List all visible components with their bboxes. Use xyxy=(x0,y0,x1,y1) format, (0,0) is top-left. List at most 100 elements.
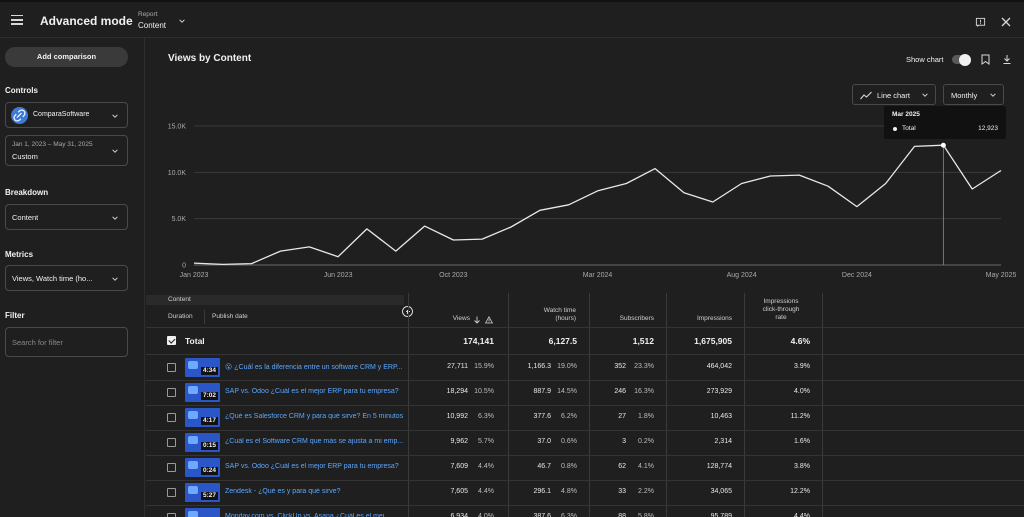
channel-selector[interactable]: ComparaSoftware xyxy=(5,102,128,128)
ctr-value: 12.2% xyxy=(790,488,810,495)
video-thumbnail[interactable]: 4:34 xyxy=(185,358,220,377)
video-duration: 0:15 xyxy=(200,442,218,450)
video-thumbnail[interactable]: 7:02 xyxy=(185,383,220,402)
ctr-header[interactable]: Impressions click-through rate xyxy=(751,298,811,322)
video-thumbnail[interactable]: 0:15 xyxy=(185,433,220,452)
date-range-selector[interactable]: Jan 1, 2023 – May 31, 2025 Custom xyxy=(5,135,128,166)
video-title-link[interactable]: ¿Qué es Salesforce CRM y para qué sirve?… xyxy=(225,413,407,420)
breakdown-title: Breakdown xyxy=(5,188,49,197)
views-value: 27,711 xyxy=(447,363,468,370)
show-chart-label: Show chart xyxy=(906,55,944,64)
row-checkbox[interactable] xyxy=(167,513,176,517)
video-title-link[interactable]: 😮 ¿Cuál es la diferencia entre un softwa… xyxy=(225,363,407,371)
ctr-label-2: click-through xyxy=(762,306,800,313)
thumbnail-graphic xyxy=(188,361,198,369)
duration-header[interactable]: Duration xyxy=(168,313,193,320)
x-tick-label: Jun 2023 xyxy=(324,272,353,279)
chart-type-dropdown[interactable]: Line chart xyxy=(852,84,936,105)
video-title-link[interactable]: ¿Cuál es el Software CRM que más se ajus… xyxy=(225,438,407,445)
views-value: 10,992 xyxy=(446,413,468,420)
total-subscribers: 1,512 xyxy=(632,336,654,346)
row-checkbox[interactable] xyxy=(167,363,176,372)
content-column-header[interactable]: Content xyxy=(146,295,404,305)
interval-dropdown[interactable]: Monthly xyxy=(943,84,1004,105)
watch-time-value: 387.6 xyxy=(533,513,551,517)
views-percent: 6.3% xyxy=(478,413,494,420)
filter-search-input[interactable] xyxy=(12,336,122,348)
menu-icon[interactable] xyxy=(11,15,23,25)
video-duration: 5:27 xyxy=(200,492,218,500)
table-row[interactable]: 0:15 ¿Cuál es el Software CRM que más se … xyxy=(146,430,1024,455)
row-checkbox[interactable] xyxy=(167,463,176,472)
chevron-down-icon[interactable] xyxy=(178,17,186,25)
video-title-link[interactable]: SAP vs. Odoo ¿Cuál es el mejor ERP para … xyxy=(225,463,407,470)
table-row[interactable]: 4:34 😮 ¿Cuál es la diferencia entre un so… xyxy=(146,355,1024,380)
total-views: 174,141 xyxy=(463,336,494,346)
thumbnail-graphic xyxy=(188,411,198,419)
table-row[interactable]: 7:02 SAP vs. Odoo ¿Cuál es el mejor ERP p… xyxy=(146,380,1024,405)
chevron-down-icon xyxy=(112,277,118,281)
show-chart-toggle[interactable] xyxy=(952,53,971,66)
video-thumbnail[interactable]: 5:27 xyxy=(185,483,220,502)
subscribers-value: 246 xyxy=(614,388,626,395)
report-selector[interactable]: Content xyxy=(138,21,166,30)
views-percent: 4.4% xyxy=(478,488,494,495)
video-title-link[interactable]: Zendesk - ¿Qué es y para qué sirve? xyxy=(225,488,407,495)
add-comparison-button[interactable]: Add comparison xyxy=(5,47,128,67)
views-header[interactable]: Views xyxy=(416,315,470,323)
warning-icon xyxy=(485,316,493,324)
metrics-selector[interactable]: Views, Watch time (ho... xyxy=(5,265,128,291)
total-label: Total xyxy=(185,336,205,346)
impressions-header[interactable]: Impressions xyxy=(673,315,732,323)
total-row: Total 174,141 6,127.5 1,512 1,675,905 4.… xyxy=(146,328,1024,354)
download-icon[interactable] xyxy=(1002,54,1012,65)
table-row[interactable]: 0:24 SAP vs. Odoo ¿Cuál es el mejor ERP p… xyxy=(146,455,1024,480)
subscribers-header[interactable]: Subscribers xyxy=(596,315,654,323)
bookmark-icon[interactable] xyxy=(981,54,990,65)
chevron-down-icon xyxy=(112,216,118,220)
video-thumbnail[interactable]: 0:24 xyxy=(185,458,220,477)
watch-time-header[interactable]: Watch time (hours) xyxy=(516,307,576,323)
metrics-title: Metrics xyxy=(5,250,34,259)
row-checkbox[interactable] xyxy=(167,388,176,397)
row-checkbox[interactable] xyxy=(167,438,176,447)
ctr-value: 3.8% xyxy=(794,463,810,470)
close-icon[interactable] xyxy=(1001,17,1011,27)
breakdown-selector[interactable]: Content xyxy=(5,204,128,230)
video-thumbnail[interactable] xyxy=(185,508,220,517)
subscribers-value: 88 xyxy=(618,513,626,517)
video-title-link[interactable]: Monday.com vs. ClickUp vs. Asana ¿Cuál e… xyxy=(225,513,407,517)
sidebar: Add comparison Controls ComparaSoftware … xyxy=(0,38,145,517)
total-checkbox[interactable] xyxy=(167,336,176,345)
chevron-down-icon xyxy=(112,114,118,118)
subscribers-percent: 0.2% xyxy=(638,438,654,445)
filter-title: Filter xyxy=(5,311,25,320)
total-ctr: 4.6% xyxy=(790,336,810,346)
video-title-link[interactable]: SAP vs. Odoo ¿Cuál es el mejor ERP para … xyxy=(225,388,407,395)
x-tick-label: May 2025 xyxy=(986,272,1017,279)
table-row[interactable]: 5:27 Zendesk - ¿Qué es y para qué sirve? 7… xyxy=(146,480,1024,505)
table-row[interactable]: Monday.com vs. ClickUp vs. Asana ¿Cuál e… xyxy=(146,505,1024,517)
sort-down-icon[interactable] xyxy=(473,316,481,324)
row-checkbox[interactable] xyxy=(167,413,176,422)
content-table: Content Duration Publish date Views Watc… xyxy=(146,293,1024,517)
ctr-value: 4.0% xyxy=(794,388,810,395)
page-title: Advanced mode xyxy=(40,14,133,28)
impressions-value: 273,929 xyxy=(706,388,732,395)
subscribers-percent: 23.3% xyxy=(634,363,654,370)
publish-date-header[interactable]: Publish date xyxy=(212,313,248,320)
watch-time-percent: 14.5% xyxy=(557,388,577,395)
video-thumbnail[interactable]: 4:17 xyxy=(185,408,220,427)
ctr-value: 1.6% xyxy=(794,438,810,445)
feedback-icon[interactable] xyxy=(975,17,986,28)
watch-time-percent: 0.6% xyxy=(561,438,577,445)
chart-type-label: Line chart xyxy=(877,91,910,100)
ctr-label-3: rate xyxy=(775,314,787,321)
row-checkbox[interactable] xyxy=(167,488,176,497)
impressions-value: 464,042 xyxy=(706,363,732,370)
table-row[interactable]: 4:17 ¿Qué es Salesforce CRM y para qué si… xyxy=(146,405,1024,430)
thumbnail-graphic xyxy=(188,386,198,394)
top-bar: Advanced mode Report Content xyxy=(0,0,1024,38)
filter-search-box[interactable] xyxy=(5,327,128,357)
views-percent: 15.9% xyxy=(474,363,494,370)
